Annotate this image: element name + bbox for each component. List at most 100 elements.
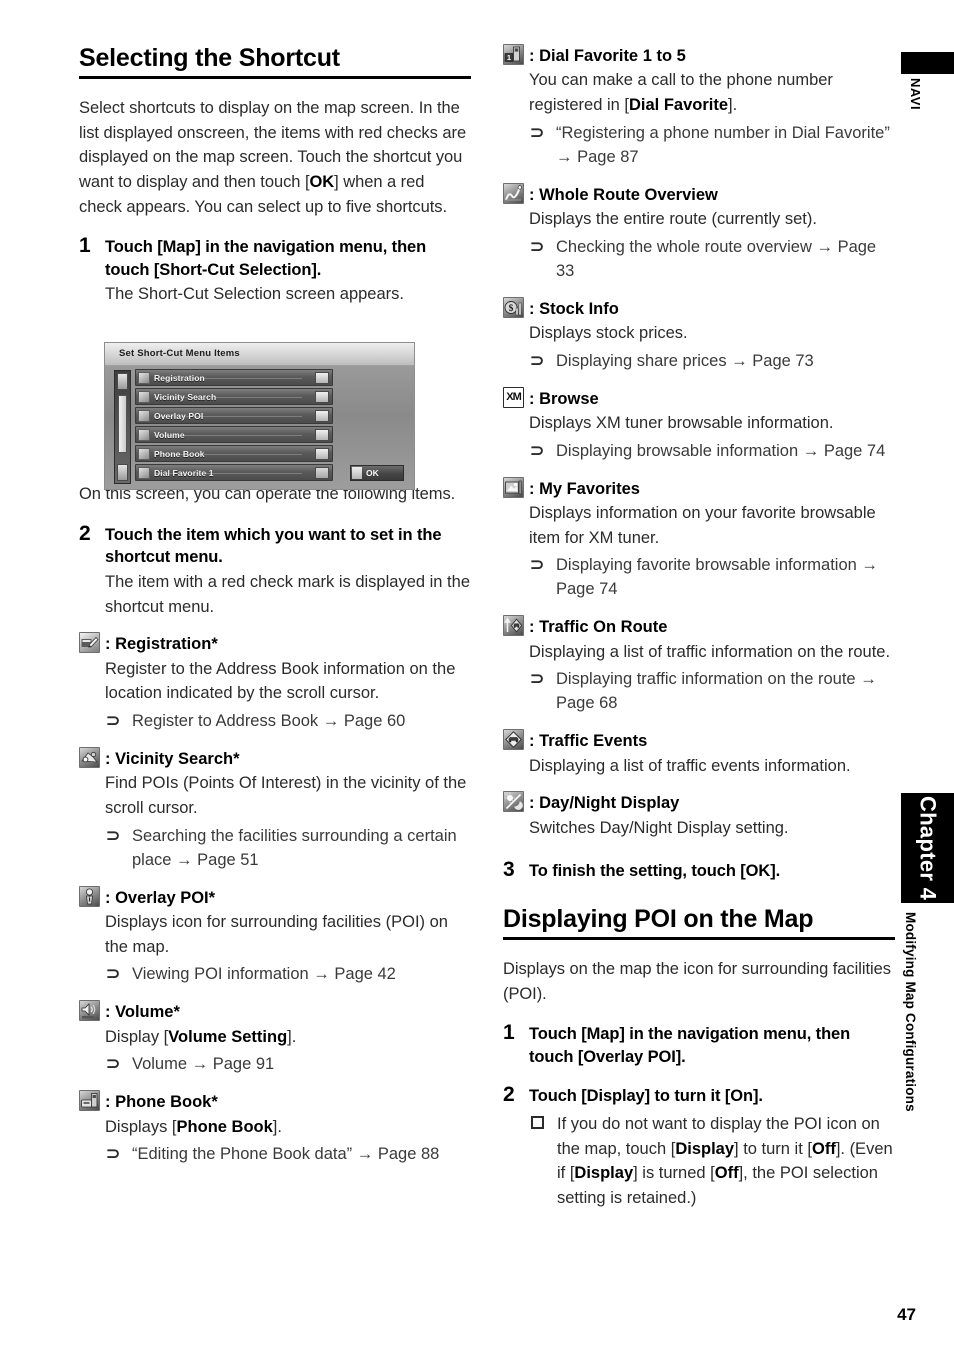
day-night-display-icon [503,791,524,813]
item-label: : Dial Favorite 1 to 5 [529,47,686,65]
phone-book-icon [79,1090,100,1112]
page-title: Displaying POI on the Map [503,904,814,933]
page-title: Selecting the Shortcut [79,44,340,72]
xref-text: “Registering a phone number in Dial Favo… [556,123,890,142]
xref-marker: ⊃ [106,964,121,984]
item-heading: : Traffic On Route [503,615,895,638]
xref-marker: ⊃ [530,122,545,142]
xref-text: Viewing POI information [132,965,309,984]
item-heading: : Volume* [79,1000,471,1023]
page-number: 47 [897,1305,916,1324]
step-number: 1 [79,234,91,258]
navshot-row[interactable]: Phone Book [135,445,333,462]
row-checkbox[interactable] [315,429,329,441]
row-checkbox[interactable] [315,467,329,479]
item-heading: : Registration* [79,632,471,655]
item-heading: 1 : Dial Favorite 1 to 5 [503,44,895,67]
arrow-icon: → [313,965,330,984]
row-label: Phone Book [154,449,205,459]
navshot-body: Registration Vicinity Search Overlay POI [105,366,414,489]
step-heading: Touch [Display] to turn it [On]. [529,1087,763,1106]
navshot-ok-button[interactable]: OK [350,465,404,481]
desc-bold: Volume Setting [168,1027,288,1046]
scroll-thumb[interactable] [118,395,127,453]
xref-marker: ⊃ [530,555,545,575]
title-divider [503,936,895,940]
navshot-row[interactable]: Overlay POI [135,407,333,424]
navshot-scrollbar[interactable] [114,370,131,484]
stock-info-icon: $ [503,296,524,318]
xref-marker: ⊃ [530,669,545,689]
cross-reference: ⊃ Searching the facilities surrounding a … [105,825,471,873]
item-description: Displays stock prices. [529,323,688,342]
row-checkbox[interactable] [315,448,329,460]
item-heading: : Vicinity Search* [79,746,471,770]
xref-page: Page 88 [377,1145,440,1164]
item-label: : My Favorites [529,479,640,498]
manual-page: Selecting the Shortcut Select shortcuts … [0,0,954,1352]
navshot-row[interactable]: Vicinity Search [135,388,333,405]
cross-reference: ⊃ Viewing POI information → Page 42 [105,963,471,987]
xref-text: Register to Address Book [132,712,319,731]
row-icon [138,410,150,422]
step-2: 2 Touch the item which you want to set i… [79,521,471,620]
navshot-row-list: Registration Vicinity Search Overlay POI [135,369,333,483]
arrow-icon: → [556,147,573,166]
xref-page: Page 91 [212,1055,275,1074]
item-description: Register to the Address Book information… [105,659,456,703]
navshot-title: Set Short-Cut Menu Items [105,343,414,366]
chapter-subtitle: Modifying Map Configurations [903,912,918,1112]
row-checkbox[interactable] [315,372,329,384]
scroll-down-arrow-icon[interactable] [117,464,128,481]
item-heading: : Phone Book* [79,1090,471,1113]
item-label: : Overlay POI* [105,888,216,907]
cross-reference: ⊃ Displaying browsable information → Page… [529,440,895,464]
desc-post: ]. [287,1027,297,1046]
navigation-screenshot: Set Short-Cut Menu Items Registration Vi… [104,342,415,490]
svg-text:$: $ [509,303,514,314]
arrow-icon: → [802,441,820,460]
xref-marker: ⊃ [530,236,545,256]
xref-text: Displaying traffic information on the ro… [556,670,856,689]
list-item: XM: Browse Displays XM tuner browsable i… [503,386,895,464]
cross-reference: ⊃ Displaying favorite browsable informati… [529,554,895,602]
xm-browse-icon: XM [503,386,524,408]
row-icon [138,448,150,460]
list-item: : My Favorites Displays information on y… [503,476,895,603]
right-column: 1 : Dial Favorite 1 to 5 You can make a … [503,44,895,1223]
list-item: i : Overlay POI* Displays icon for surro… [79,885,471,988]
step-heading: Touch the item which you want to set in … [105,525,442,567]
navshot-row[interactable]: Volume [135,426,333,443]
row-icon [138,372,150,384]
xref-text: Checking the whole route overview [556,237,812,256]
desc-bold: Dial Favorite [628,96,729,115]
navshot-row[interactable]: Dial Favorite 1 [135,464,333,481]
intro-ok-bold: OK [309,172,335,191]
note-text-2: ] to turn it [ [734,1139,812,1158]
step-number: 3 [503,858,515,882]
navi-tab-label: NAVI [908,78,923,111]
xref-text: Displaying favorite browsable informatio… [556,556,857,575]
row-checkbox[interactable] [315,391,329,403]
step-1: 1 Touch [Map] in the navigation menu, th… [503,1021,895,1068]
list-item: 1 : Dial Favorite 1 to 5 You can make a … [503,44,895,170]
row-icon [138,429,150,441]
step-heading: Touch [Map] in the navigation menu, then… [529,1025,851,1066]
chapter-tab: Chapter 4 [901,793,954,903]
note-item: If you do not want to display the POI ic… [529,1112,895,1211]
list-item: : Volume* Display [Volume Setting]. ⊃ Vol… [79,1000,471,1077]
note-bold-2: Off [811,1139,836,1158]
navshot-row[interactable]: Registration [135,369,333,386]
arrow-icon: → [356,1145,374,1164]
step-2: 2 Touch [Display] to turn it [On]. If yo… [503,1083,895,1211]
row-label: Dial Favorite 1 [154,468,214,478]
cross-reference: ⊃ Register to Address Book → Page 60 [105,710,471,734]
list-item: : Traffic On Route Displaying a list of … [503,615,895,716]
step-number: 2 [79,521,91,545]
arrow-icon: → [731,351,748,370]
item-heading: XM: Browse [503,386,895,410]
list-item: : Traffic Events Displaying a list of tr… [503,729,895,778]
scroll-up-arrow-icon[interactable] [117,373,128,390]
title-divider [79,76,471,79]
row-checkbox[interactable] [315,410,329,422]
